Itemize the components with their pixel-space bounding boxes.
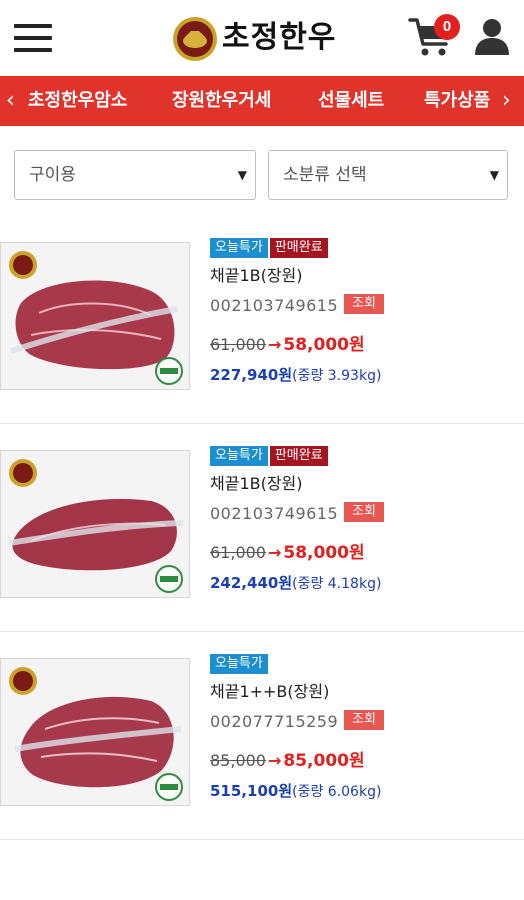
category-select[interactable]: 구이용 ▼	[14, 150, 256, 200]
sale-price: 58,000원	[283, 335, 365, 355]
original-price: 61,000	[210, 543, 266, 562]
total-line: 515,100원(중량 6.06kg)	[210, 780, 381, 801]
product-name[interactable]: 채끝1B(장원)	[210, 470, 303, 494]
total-line: 242,440원(중량 4.18kg)	[210, 572, 381, 593]
product-image[interactable]	[0, 450, 190, 598]
total-line: 227,940원(중량 3.93kg)	[210, 364, 381, 385]
category-select-value: 구이용	[29, 165, 76, 185]
total-price: 242,440원	[210, 574, 293, 592]
price-line: 61,000 → 58,000원	[210, 330, 365, 355]
nav-next-arrow-icon[interactable]: ›	[502, 76, 511, 126]
view-button[interactable]: 조회	[344, 710, 384, 730]
product-weight: (중량 6.06kg)	[292, 784, 382, 800]
nav-item-jangwon-steer[interactable]: 장원한우거세	[172, 76, 271, 126]
cart-count-badge: 0	[434, 14, 460, 40]
product-weight: (중량 4.18kg)	[292, 576, 382, 592]
product-code: 002103749615	[210, 296, 339, 315]
product-code: 002103749615	[210, 504, 339, 523]
subcategory-select[interactable]: 소분류 선택 ▼	[268, 150, 508, 200]
nav-item-chojeong-cow[interactable]: 초정한우암소	[28, 76, 127, 126]
product-badges: 오늘특가 판매완료	[210, 446, 330, 466]
product-item[interactable]: 오늘특가 판매완료 채끝1B(장원) 002103749615 조회 61,000…	[0, 424, 524, 632]
total-price: 515,100원	[210, 782, 293, 800]
badge-sold-out: 판매완료	[269, 238, 328, 258]
logo-emblem-icon	[173, 17, 217, 61]
product-code: 002077715259	[210, 712, 339, 731]
product-item[interactable]: 오늘특가 채끝1++B(장원) 002077715259 조회 85,000 → 8…	[0, 632, 524, 840]
badge-sold-out: 판매완료	[269, 446, 328, 466]
price-arrow-icon: →	[267, 751, 282, 770]
category-nav: ‹ 초정한우암소 장원한우거세 선물세트 특가상품 ›	[0, 76, 524, 126]
product-weight: (중량 3.93kg)	[292, 368, 382, 384]
product-name[interactable]: 채끝1++B(장원)	[210, 678, 329, 702]
view-button[interactable]: 조회	[344, 502, 384, 522]
price-arrow-icon: →	[267, 335, 282, 354]
badge-today-special: 오늘특가	[210, 654, 268, 674]
total-price: 227,940원	[210, 366, 293, 384]
subcategory-select-value: 소분류 선택	[283, 165, 367, 185]
header: 초정한우 0	[0, 0, 524, 76]
product-name[interactable]: 채끝1B(장원)	[210, 262, 303, 286]
logo-text: 초정한우	[222, 20, 337, 55]
sale-price: 58,000원	[283, 543, 365, 563]
product-image[interactable]	[0, 242, 190, 390]
sale-price: 85,000원	[283, 751, 365, 771]
product-badges: 오늘특가 판매완료	[210, 238, 330, 258]
badge-today-special: 오늘특가	[210, 446, 268, 466]
user-icon[interactable]	[472, 16, 512, 56]
price-arrow-icon: →	[267, 543, 282, 562]
original-price: 61,000	[210, 335, 266, 354]
price-line: 61,000 → 58,000원	[210, 538, 365, 563]
product-image[interactable]	[0, 658, 190, 806]
nav-item-gift-set[interactable]: 선물세트	[318, 76, 384, 126]
price-line: 85,000 → 85,000원	[210, 746, 365, 771]
chevron-down-icon: ▼	[489, 168, 499, 182]
nav-item-special-products[interactable]: 특가상품	[424, 76, 490, 126]
product-badges: 오늘특가	[210, 654, 270, 674]
chevron-down-icon: ▼	[237, 168, 247, 182]
menu-icon[interactable]	[14, 22, 54, 54]
logo[interactable]: 초정한우	[172, 10, 356, 68]
view-button[interactable]: 조회	[344, 294, 384, 314]
badge-today-special: 오늘특가	[210, 238, 268, 258]
product-item[interactable]: 오늘특가 판매완료 채끝1B(장원) 002103749615 조회 61,000…	[0, 216, 524, 424]
original-price: 85,000	[210, 751, 266, 770]
nav-prev-arrow-icon[interactable]: ‹	[6, 76, 15, 126]
